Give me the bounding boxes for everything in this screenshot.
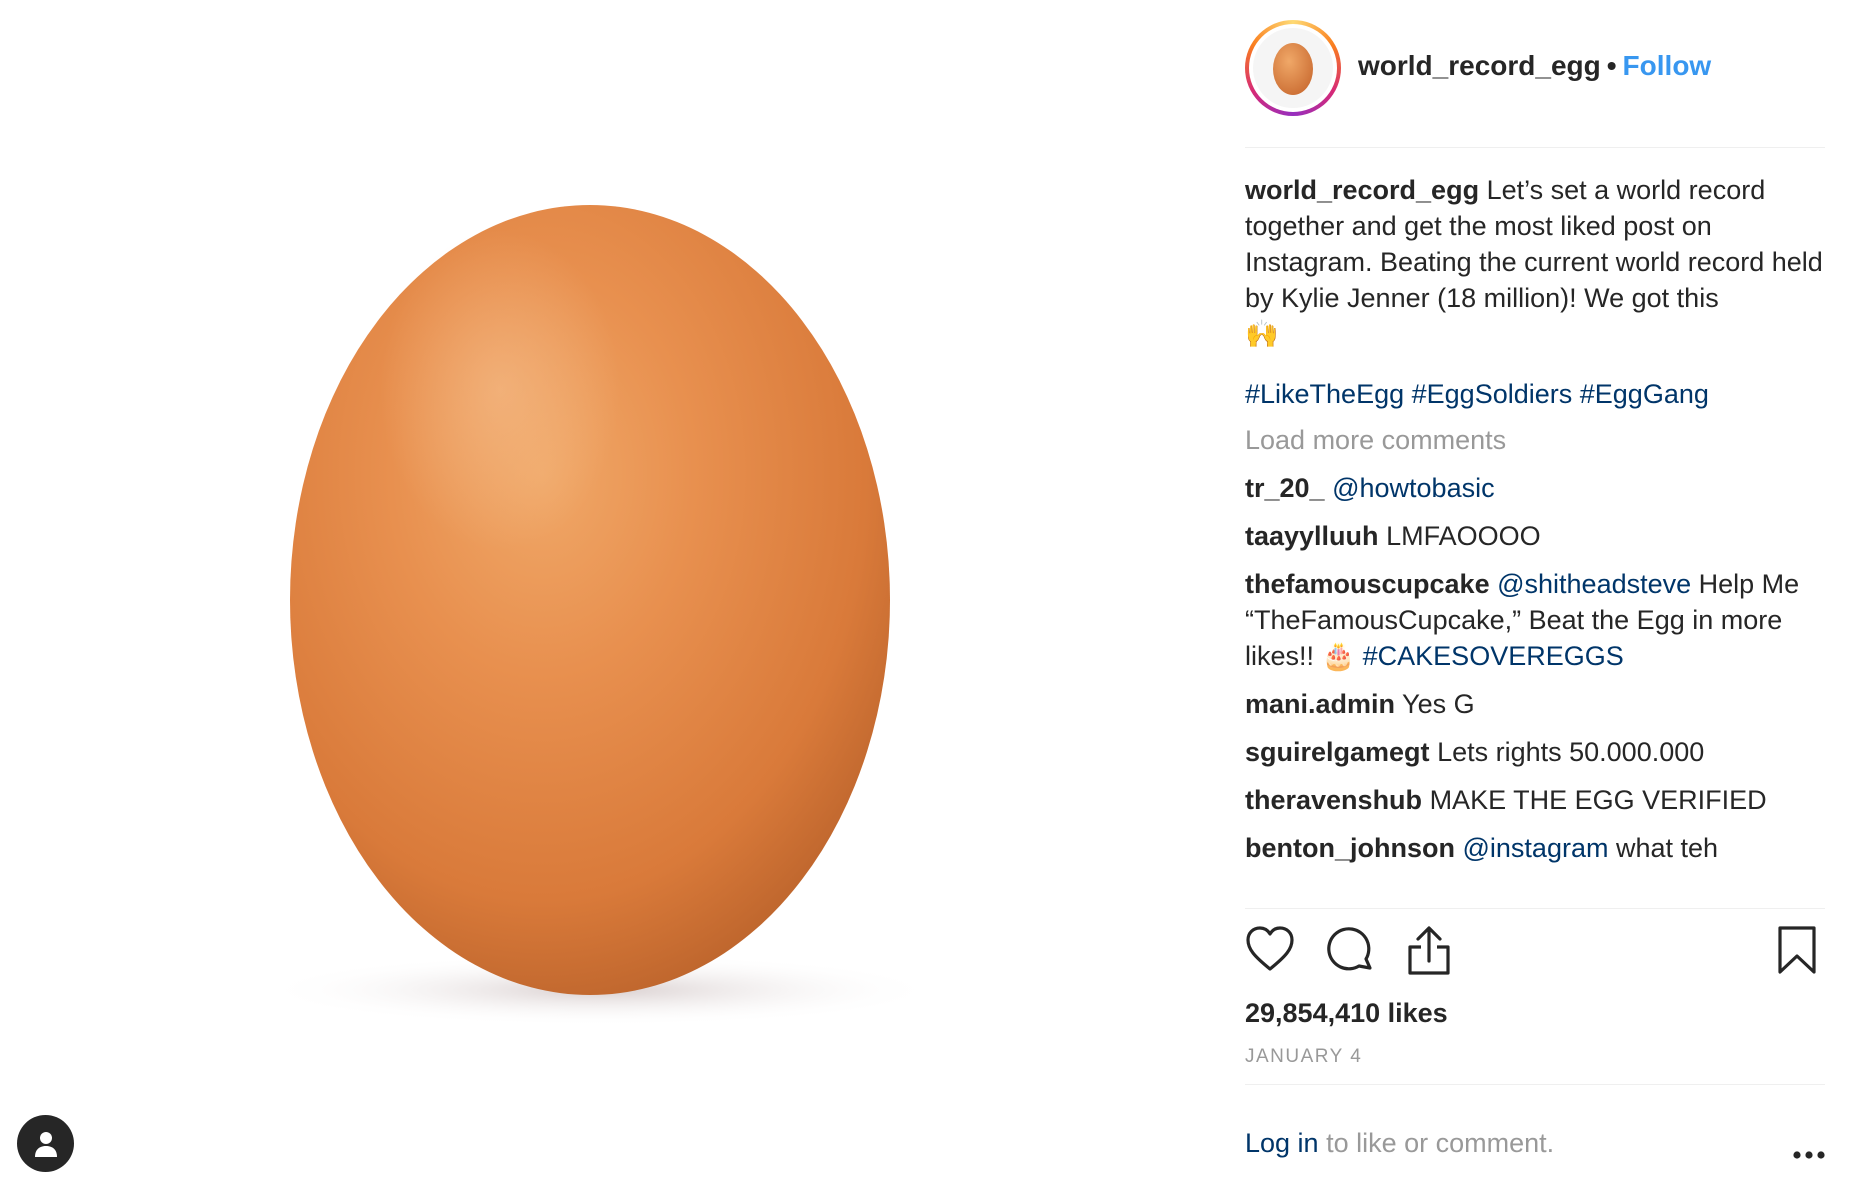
list-item: mani.admin Yes G: [1245, 686, 1825, 722]
load-more-comments-button[interactable]: Load more comments: [1245, 422, 1825, 458]
list-item: taayylluuh LMFAOOOO: [1245, 518, 1825, 554]
user-silhouette-icon: [34, 1131, 57, 1157]
user-account-button[interactable]: [17, 1115, 74, 1172]
comment-username[interactable]: mani.admin: [1245, 689, 1395, 719]
more-options-icon[interactable]: [1793, 1133, 1825, 1169]
comment-username[interactable]: benton_johnson: [1245, 833, 1455, 863]
comment-username[interactable]: thefamouscupcake: [1245, 569, 1490, 599]
list-item: benton_johnson @instagram what teh: [1245, 830, 1825, 866]
comment-username[interactable]: sguirelgamegt: [1245, 737, 1430, 767]
list-item: thefamouscupcake @shitheadsteve Help Me …: [1245, 566, 1825, 674]
action-bar: [1245, 925, 1825, 979]
mention-link[interactable]: @instagram: [1463, 833, 1609, 863]
mention-link[interactable]: @howtobasic: [1332, 473, 1495, 503]
header-username[interactable]: world_record_egg: [1358, 50, 1601, 81]
header-divider: [1245, 147, 1825, 148]
list-item: sguirelgamegt Lets rights 50.000.000: [1245, 734, 1825, 770]
hashtag-link[interactable]: #EggGang: [1580, 379, 1709, 409]
actions-divider: [1245, 908, 1825, 909]
hashtag-link[interactable]: #LikeTheEgg: [1245, 379, 1404, 409]
bookmark-icon[interactable]: [1777, 925, 1817, 980]
comment-bubble-icon[interactable]: [1325, 925, 1375, 980]
post-photo[interactable]: [0, 0, 1195, 1182]
likes-count[interactable]: 29,854,410 likes: [1245, 995, 1448, 1031]
caption-hashtags: #LikeTheEgg #EggSoldiers #EggGang: [1245, 376, 1825, 412]
comment-text: what teh: [1608, 833, 1719, 863]
comment-text: Lets rights 50.000.000: [1437, 737, 1705, 767]
footer-divider: [1245, 1084, 1825, 1085]
hashtag-link[interactable]: #EggSoldiers: [1412, 379, 1573, 409]
post-side-panel: world_record_egg • Follow world_record_egg…: [1245, 0, 1825, 1182]
heart-icon[interactable]: [1245, 925, 1295, 978]
separator-dot: •: [1606, 50, 1617, 81]
comment-text: LMFAOOOO: [1386, 521, 1541, 551]
list-item: tr_20_ @howtobasic: [1245, 470, 1825, 506]
comments-section: world_record_egg Let’s set a world recor…: [1245, 172, 1825, 866]
comment-username[interactable]: theravenshub: [1245, 785, 1422, 815]
comment-username[interactable]: tr_20_: [1245, 473, 1325, 503]
mention-link[interactable]: @shitheadsteve: [1497, 569, 1691, 599]
list-item: theravenshub MAKE THE EGG VERIFIED: [1245, 782, 1825, 818]
comment-username[interactable]: taayylluuh: [1245, 521, 1379, 551]
egg-avatar-icon: [1273, 43, 1313, 95]
share-upload-icon[interactable]: [1405, 925, 1453, 982]
login-link[interactable]: Log in: [1245, 1128, 1319, 1158]
follow-button[interactable]: Follow: [1623, 50, 1712, 81]
caption-username[interactable]: world_record_egg: [1245, 175, 1479, 205]
hashtag-link[interactable]: #CAKESOVEREGGS: [1363, 641, 1624, 671]
avatar[interactable]: [1245, 20, 1341, 116]
comment-text: Yes G: [1402, 689, 1475, 719]
raised-hands-emoji: 🙌: [1245, 319, 1279, 349]
egg-image: [260, 205, 940, 1026]
login-prompt: Log in to like or comment.: [1245, 1125, 1825, 1165]
caption: world_record_egg Let’s set a world recor…: [1245, 172, 1825, 352]
login-prompt-text: to like or comment.: [1326, 1128, 1555, 1158]
post-header: world_record_egg • Follow: [1245, 20, 1825, 120]
comment-text: MAKE THE EGG VERIFIED: [1429, 785, 1767, 815]
post-date: JANUARY 4: [1245, 1046, 1363, 1067]
